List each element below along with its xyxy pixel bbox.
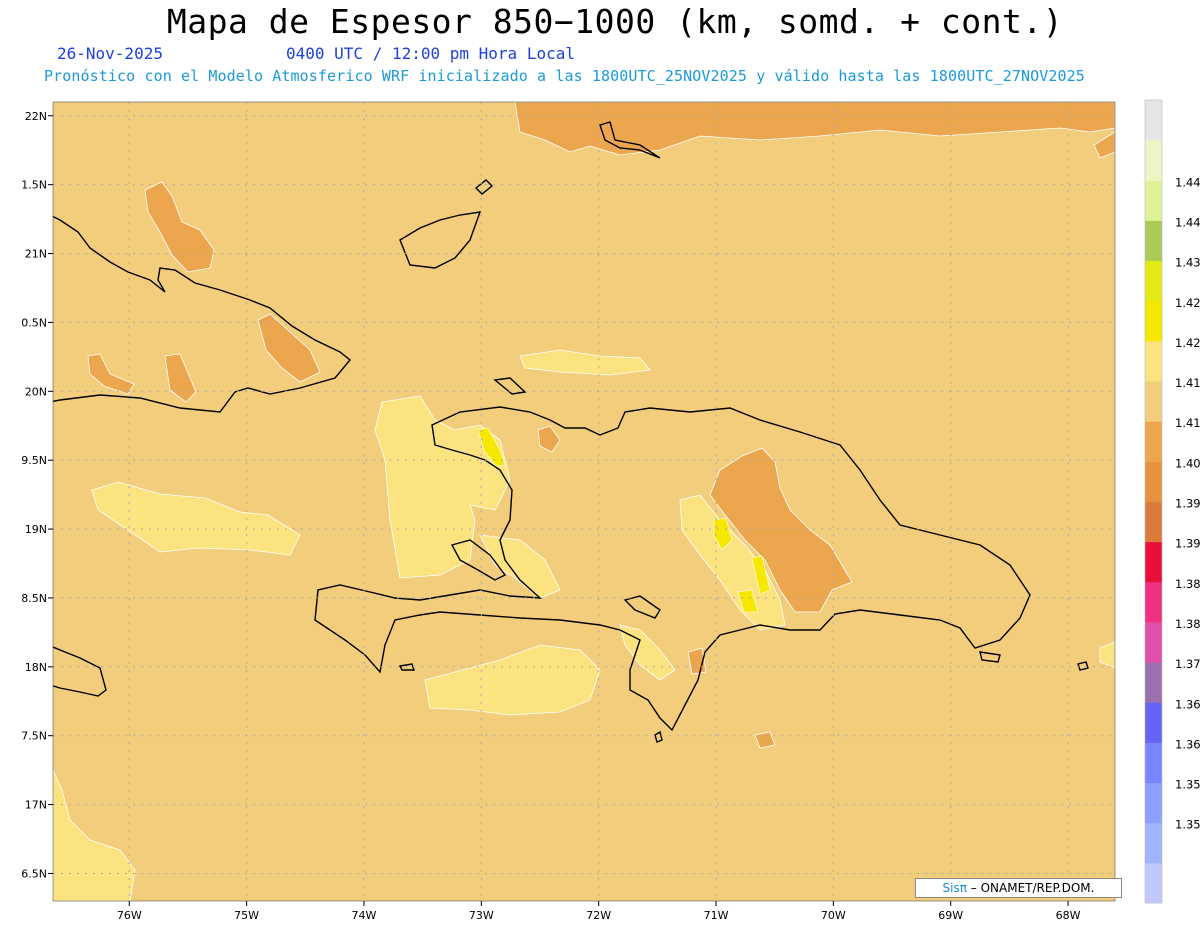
colorbar-swatch <box>1145 662 1162 703</box>
colorbar: 1.35 1.356 1.362 1.368 1.374 1.38 1.386 1.392 1.… <box>1144 99 1200 904</box>
colorbar-swatch <box>1145 742 1162 784</box>
colorbar-label: 1.398 <box>1175 497 1200 511</box>
colorbar-swatch <box>1145 381 1162 422</box>
colorbar-label: 1.38 <box>1175 617 1200 631</box>
colorbar-swatch <box>1145 100 1162 141</box>
y-tick-label: 7.5N <box>21 730 47 743</box>
colorbar-swatch <box>1145 140 1162 181</box>
x-tick-label: 75W <box>234 909 259 922</box>
colorbar-label: 1.392 <box>1175 537 1200 551</box>
y-tick-label: 17N <box>25 799 47 812</box>
colorbar-swatch <box>1145 300 1162 342</box>
y-tick-label: 19N <box>25 523 47 536</box>
x-axis: 76W 75W 74W 73W 72W 71W 70W 69W 68W <box>117 901 1081 922</box>
colorbar-label: 1.356 <box>1175 778 1200 792</box>
colorbar-label: 1.362 <box>1175 737 1200 751</box>
colorbar-swatch <box>1145 180 1162 221</box>
colorbar-label: 1.41 <box>1175 416 1200 430</box>
colorbar-swatch <box>1145 862 1162 904</box>
x-tick-label: 69W <box>938 909 963 922</box>
colorbar-swatch <box>1145 621 1162 663</box>
colorbar-label: 1.422 <box>1175 336 1200 350</box>
y-tick-label: 21N <box>25 248 47 261</box>
colorbar-label: 1.428 <box>1175 296 1200 310</box>
credit-text: – ONAMET/REP.DOM. <box>966 881 1095 895</box>
x-tick-label: 68W <box>1056 909 1081 922</box>
colorbar-swatch <box>1145 541 1162 583</box>
y-tick-label: 22N <box>25 110 47 123</box>
y-tick-label: 18N <box>25 661 47 674</box>
y-tick-label: 9.5N <box>21 454 47 467</box>
colorbar-label: 1.386 <box>1175 577 1200 591</box>
colorbar-label: 1.35 <box>1175 818 1200 832</box>
colorbar-label: 1.368 <box>1175 697 1200 711</box>
colorbar-swatch <box>1145 702 1162 743</box>
colorbar-swatch <box>1145 782 1162 824</box>
credit-box: Sisπ – ONAMET/REP.DOM. <box>915 878 1122 898</box>
colorbar-label: 1.434 <box>1175 256 1200 270</box>
y-tick-label: 8.5N <box>21 592 47 605</box>
colorbar-label: 1.416 <box>1175 376 1200 390</box>
y-tick-label: 6.5N <box>21 867 47 880</box>
credit-brand: Sisπ <box>942 881 967 895</box>
y-tick-label: 20N <box>25 385 47 398</box>
colorbar-swatch <box>1145 220 1162 262</box>
y-tick-label: 0.5N <box>21 316 47 329</box>
x-tick-label: 74W <box>352 909 377 922</box>
colorbar-swatch <box>1145 260 1162 302</box>
y-tick-label: 1.5N <box>21 179 47 192</box>
colorbar-label: 1.446 <box>1175 175 1200 189</box>
colorbar-swatch <box>1145 822 1162 864</box>
colorbar-label: 1.404 <box>1175 456 1200 470</box>
colorbar-label: 1.374 <box>1175 657 1200 671</box>
thickness-map: 76W 75W 74W 73W 72W 71W 70W 69W 68W 22N 1.5N 21N 0.… <box>21 99 1200 922</box>
colorbar-swatch <box>1145 340 1162 382</box>
y-axis: 22N 1.5N 21N 0.5N 20N 9.5N 19N 8.5N 18N 7.5N 17N 6.… <box>21 110 53 880</box>
colorbar-swatch <box>1145 461 1162 502</box>
colorbar-swatch <box>1145 421 1162 462</box>
colorbar-swatch <box>1145 581 1162 623</box>
x-tick-label: 71W <box>704 909 729 922</box>
x-tick-label: 70W <box>821 909 846 922</box>
x-tick-label: 73W <box>469 909 494 922</box>
x-tick-label: 72W <box>586 909 611 922</box>
colorbar-label: 1.44 <box>1175 215 1200 229</box>
colorbar-swatch <box>1145 501 1162 543</box>
x-tick-label: 76W <box>117 909 142 922</box>
